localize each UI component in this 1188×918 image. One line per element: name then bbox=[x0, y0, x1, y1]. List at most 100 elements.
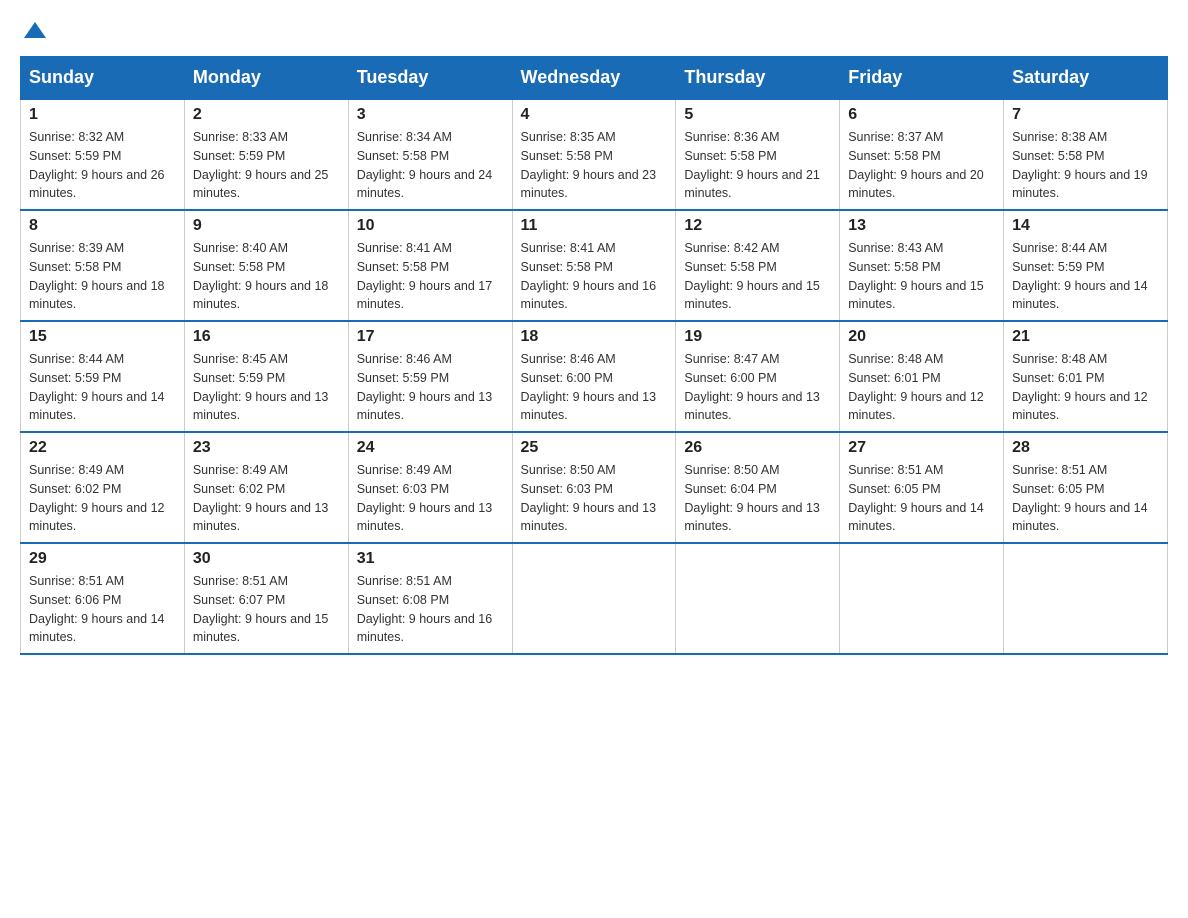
weekday-header-friday: Friday bbox=[840, 57, 1004, 100]
calendar-week-row: 8 Sunrise: 8:39 AMSunset: 5:58 PMDayligh… bbox=[21, 210, 1168, 321]
calendar-table: SundayMondayTuesdayWednesdayThursdayFrid… bbox=[20, 56, 1168, 655]
day-info: Sunrise: 8:42 AMSunset: 5:58 PMDaylight:… bbox=[684, 239, 831, 314]
day-info: Sunrise: 8:50 AMSunset: 6:03 PMDaylight:… bbox=[521, 461, 668, 536]
day-number: 11 bbox=[521, 217, 668, 235]
day-info: Sunrise: 8:49 AMSunset: 6:02 PMDaylight:… bbox=[29, 461, 176, 536]
day-number: 1 bbox=[29, 106, 176, 124]
calendar-cell: 13 Sunrise: 8:43 AMSunset: 5:58 PMDaylig… bbox=[840, 210, 1004, 321]
day-info: Sunrise: 8:46 AMSunset: 5:59 PMDaylight:… bbox=[357, 350, 504, 425]
calendar-week-row: 15 Sunrise: 8:44 AMSunset: 5:59 PMDaylig… bbox=[21, 321, 1168, 432]
day-number: 10 bbox=[357, 217, 504, 235]
day-number: 8 bbox=[29, 217, 176, 235]
calendar-cell: 4 Sunrise: 8:35 AMSunset: 5:58 PMDayligh… bbox=[512, 99, 676, 210]
calendar-week-row: 1 Sunrise: 8:32 AMSunset: 5:59 PMDayligh… bbox=[21, 99, 1168, 210]
day-number: 9 bbox=[193, 217, 340, 235]
weekday-header-wednesday: Wednesday bbox=[512, 57, 676, 100]
day-number: 26 bbox=[684, 439, 831, 457]
day-info: Sunrise: 8:51 AMSunset: 6:05 PMDaylight:… bbox=[848, 461, 995, 536]
calendar-cell: 29 Sunrise: 8:51 AMSunset: 6:06 PMDaylig… bbox=[21, 543, 185, 654]
day-number: 4 bbox=[521, 106, 668, 124]
day-number: 27 bbox=[848, 439, 995, 457]
day-number: 24 bbox=[357, 439, 504, 457]
day-number: 7 bbox=[1012, 106, 1159, 124]
day-number: 3 bbox=[357, 106, 504, 124]
calendar-cell: 9 Sunrise: 8:40 AMSunset: 5:58 PMDayligh… bbox=[184, 210, 348, 321]
calendar-cell: 12 Sunrise: 8:42 AMSunset: 5:58 PMDaylig… bbox=[676, 210, 840, 321]
calendar-cell: 3 Sunrise: 8:34 AMSunset: 5:58 PMDayligh… bbox=[348, 99, 512, 210]
calendar-cell: 16 Sunrise: 8:45 AMSunset: 5:59 PMDaylig… bbox=[184, 321, 348, 432]
day-number: 5 bbox=[684, 106, 831, 124]
calendar-cell: 17 Sunrise: 8:46 AMSunset: 5:59 PMDaylig… bbox=[348, 321, 512, 432]
weekday-header-tuesday: Tuesday bbox=[348, 57, 512, 100]
day-number: 22 bbox=[29, 439, 176, 457]
day-info: Sunrise: 8:44 AMSunset: 5:59 PMDaylight:… bbox=[1012, 239, 1159, 314]
calendar-cell: 30 Sunrise: 8:51 AMSunset: 6:07 PMDaylig… bbox=[184, 543, 348, 654]
day-number: 30 bbox=[193, 550, 340, 568]
calendar-cell: 6 Sunrise: 8:37 AMSunset: 5:58 PMDayligh… bbox=[840, 99, 1004, 210]
day-number: 16 bbox=[193, 328, 340, 346]
day-info: Sunrise: 8:44 AMSunset: 5:59 PMDaylight:… bbox=[29, 350, 176, 425]
weekday-header-monday: Monday bbox=[184, 57, 348, 100]
day-info: Sunrise: 8:49 AMSunset: 6:02 PMDaylight:… bbox=[193, 461, 340, 536]
calendar-cell: 11 Sunrise: 8:41 AMSunset: 5:58 PMDaylig… bbox=[512, 210, 676, 321]
day-info: Sunrise: 8:51 AMSunset: 6:06 PMDaylight:… bbox=[29, 572, 176, 647]
day-info: Sunrise: 8:50 AMSunset: 6:04 PMDaylight:… bbox=[684, 461, 831, 536]
day-info: Sunrise: 8:49 AMSunset: 6:03 PMDaylight:… bbox=[357, 461, 504, 536]
day-info: Sunrise: 8:38 AMSunset: 5:58 PMDaylight:… bbox=[1012, 128, 1159, 203]
day-number: 2 bbox=[193, 106, 340, 124]
day-info: Sunrise: 8:37 AMSunset: 5:58 PMDaylight:… bbox=[848, 128, 995, 203]
calendar-cell: 5 Sunrise: 8:36 AMSunset: 5:58 PMDayligh… bbox=[676, 99, 840, 210]
calendar-cell: 2 Sunrise: 8:33 AMSunset: 5:59 PMDayligh… bbox=[184, 99, 348, 210]
day-info: Sunrise: 8:39 AMSunset: 5:58 PMDaylight:… bbox=[29, 239, 176, 314]
day-info: Sunrise: 8:51 AMSunset: 6:05 PMDaylight:… bbox=[1012, 461, 1159, 536]
day-number: 23 bbox=[193, 439, 340, 457]
day-number: 20 bbox=[848, 328, 995, 346]
calendar-cell: 24 Sunrise: 8:49 AMSunset: 6:03 PMDaylig… bbox=[348, 432, 512, 543]
day-info: Sunrise: 8:43 AMSunset: 5:58 PMDaylight:… bbox=[848, 239, 995, 314]
day-info: Sunrise: 8:48 AMSunset: 6:01 PMDaylight:… bbox=[848, 350, 995, 425]
calendar-cell bbox=[840, 543, 1004, 654]
day-info: Sunrise: 8:48 AMSunset: 6:01 PMDaylight:… bbox=[1012, 350, 1159, 425]
day-number: 25 bbox=[521, 439, 668, 457]
day-number: 15 bbox=[29, 328, 176, 346]
day-info: Sunrise: 8:40 AMSunset: 5:58 PMDaylight:… bbox=[193, 239, 340, 314]
day-number: 13 bbox=[848, 217, 995, 235]
calendar-cell bbox=[1004, 543, 1168, 654]
day-number: 12 bbox=[684, 217, 831, 235]
day-number: 29 bbox=[29, 550, 176, 568]
calendar-cell: 14 Sunrise: 8:44 AMSunset: 5:59 PMDaylig… bbox=[1004, 210, 1168, 321]
calendar-week-row: 29 Sunrise: 8:51 AMSunset: 6:06 PMDaylig… bbox=[21, 543, 1168, 654]
day-number: 6 bbox=[848, 106, 995, 124]
day-info: Sunrise: 8:35 AMSunset: 5:58 PMDaylight:… bbox=[521, 128, 668, 203]
day-info: Sunrise: 8:34 AMSunset: 5:58 PMDaylight:… bbox=[357, 128, 504, 203]
calendar-cell: 1 Sunrise: 8:32 AMSunset: 5:59 PMDayligh… bbox=[21, 99, 185, 210]
calendar-cell: 21 Sunrise: 8:48 AMSunset: 6:01 PMDaylig… bbox=[1004, 321, 1168, 432]
day-info: Sunrise: 8:32 AMSunset: 5:59 PMDaylight:… bbox=[29, 128, 176, 203]
calendar-cell: 8 Sunrise: 8:39 AMSunset: 5:58 PMDayligh… bbox=[21, 210, 185, 321]
calendar-cell: 22 Sunrise: 8:49 AMSunset: 6:02 PMDaylig… bbox=[21, 432, 185, 543]
day-info: Sunrise: 8:33 AMSunset: 5:59 PMDaylight:… bbox=[193, 128, 340, 203]
calendar-cell: 7 Sunrise: 8:38 AMSunset: 5:58 PMDayligh… bbox=[1004, 99, 1168, 210]
calendar-cell: 19 Sunrise: 8:47 AMSunset: 6:00 PMDaylig… bbox=[676, 321, 840, 432]
calendar-cell bbox=[676, 543, 840, 654]
calendar-cell: 18 Sunrise: 8:46 AMSunset: 6:00 PMDaylig… bbox=[512, 321, 676, 432]
day-info: Sunrise: 8:47 AMSunset: 6:00 PMDaylight:… bbox=[684, 350, 831, 425]
calendar-cell: 26 Sunrise: 8:50 AMSunset: 6:04 PMDaylig… bbox=[676, 432, 840, 543]
calendar-cell: 27 Sunrise: 8:51 AMSunset: 6:05 PMDaylig… bbox=[840, 432, 1004, 543]
day-info: Sunrise: 8:51 AMSunset: 6:08 PMDaylight:… bbox=[357, 572, 504, 647]
calendar-cell bbox=[512, 543, 676, 654]
calendar-cell: 31 Sunrise: 8:51 AMSunset: 6:08 PMDaylig… bbox=[348, 543, 512, 654]
weekday-header-saturday: Saturday bbox=[1004, 57, 1168, 100]
day-info: Sunrise: 8:46 AMSunset: 6:00 PMDaylight:… bbox=[521, 350, 668, 425]
logo bbox=[20, 20, 46, 46]
day-info: Sunrise: 8:36 AMSunset: 5:58 PMDaylight:… bbox=[684, 128, 831, 203]
calendar-cell: 20 Sunrise: 8:48 AMSunset: 6:01 PMDaylig… bbox=[840, 321, 1004, 432]
calendar-cell: 23 Sunrise: 8:49 AMSunset: 6:02 PMDaylig… bbox=[184, 432, 348, 543]
calendar-cell: 15 Sunrise: 8:44 AMSunset: 5:59 PMDaylig… bbox=[21, 321, 185, 432]
calendar-cell: 25 Sunrise: 8:50 AMSunset: 6:03 PMDaylig… bbox=[512, 432, 676, 543]
day-info: Sunrise: 8:45 AMSunset: 5:59 PMDaylight:… bbox=[193, 350, 340, 425]
day-number: 28 bbox=[1012, 439, 1159, 457]
weekday-header-sunday: Sunday bbox=[21, 57, 185, 100]
calendar-cell: 28 Sunrise: 8:51 AMSunset: 6:05 PMDaylig… bbox=[1004, 432, 1168, 543]
day-number: 19 bbox=[684, 328, 831, 346]
